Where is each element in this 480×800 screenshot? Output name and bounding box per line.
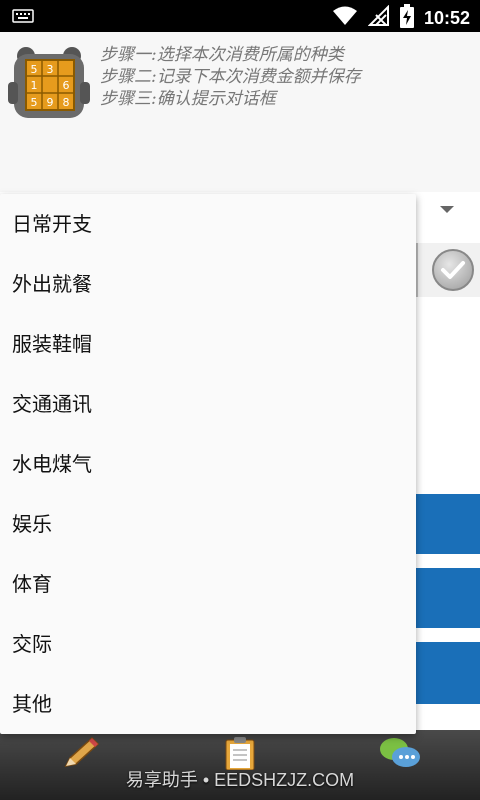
- svg-text:8: 8: [63, 96, 70, 109]
- confirm-button[interactable]: [432, 249, 474, 291]
- svg-text:5: 5: [31, 63, 38, 76]
- dropdown-item-utilities[interactable]: 水电煤气: [0, 434, 416, 494]
- dropdown-item-social[interactable]: 交际: [0, 614, 416, 674]
- menu-tile-2[interactable]: [416, 568, 480, 628]
- wifi-icon: [332, 6, 358, 30]
- no-signal-icon: [367, 4, 390, 31]
- header: 5 3 1 6 5 9 8 步骤一:选择本次消费所属的种类 步骤二:记录下本次消…: [0, 32, 480, 192]
- instructions: 步骤一:选择本次消费所属的种类 步骤二:记录下本次消费金额并保存 步骤三:确认提…: [100, 44, 361, 110]
- svg-text:5: 5: [31, 96, 38, 109]
- step-2-text: 步骤二:记录下本次消费金额并保存: [100, 67, 361, 87]
- status-bar: 10:52: [0, 0, 480, 32]
- confirm-panel: [416, 243, 480, 297]
- svg-text:9: 9: [47, 96, 54, 109]
- dropdown-item-transport[interactable]: 交通通讯: [0, 374, 416, 434]
- dropdown-item-sports[interactable]: 体育: [0, 554, 416, 614]
- dropdown-item-other[interactable]: 其他: [0, 674, 416, 734]
- battery-charging-icon: [399, 4, 414, 32]
- watermark-text: 易享助手 • EEDSHZJZ.COM: [125, 770, 355, 790]
- menu-tile-3[interactable]: [416, 642, 480, 704]
- svg-text:6: 6: [63, 79, 70, 92]
- step-1-text: 步骤一:选择本次消费所属的种类: [100, 45, 344, 65]
- sudoku-robot-logo: 5 3 1 6 5 9 8: [6, 42, 92, 126]
- dropdown-item-clothing[interactable]: 服装鞋帽: [0, 314, 416, 374]
- clock: 10:52: [423, 7, 470, 28]
- step-3-text: 步骤三:确认提示对话框: [100, 89, 276, 109]
- svg-text:3: 3: [47, 63, 54, 76]
- menu-tile-1[interactable]: [416, 494, 480, 554]
- dropdown-item-entertainment[interactable]: 娱乐: [0, 494, 416, 554]
- checkmark-icon: [441, 261, 465, 279]
- dropdown-item-daily[interactable]: 日常开支: [0, 194, 416, 254]
- keyboard-icon: [12, 8, 34, 28]
- chevron-down-icon: [440, 206, 454, 213]
- dropdown-item-dining[interactable]: 外出就餐: [0, 254, 416, 314]
- category-dropdown: 日常开支 外出就餐 服装鞋帽 交通通讯 水电煤气 娱乐 体育 交际 其他: [0, 194, 416, 734]
- svg-text:1: 1: [31, 79, 38, 92]
